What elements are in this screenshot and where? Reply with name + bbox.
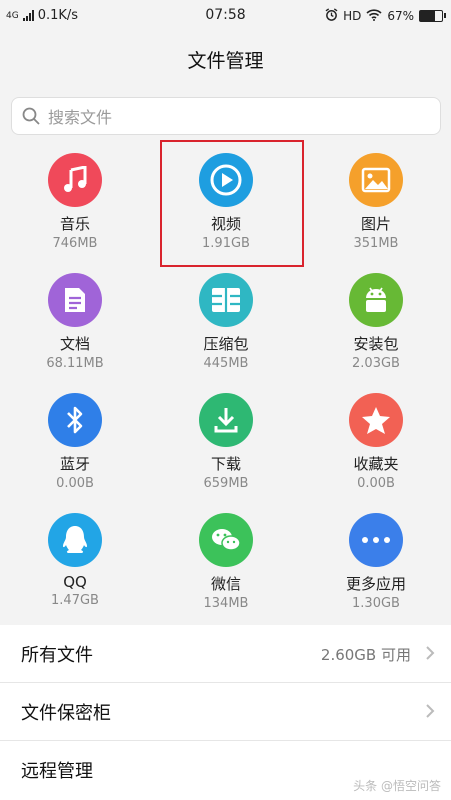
available-space: 2.60GB 可用 [320, 646, 411, 664]
category-archives[interactable]: 压缩包 445MB [151, 260, 301, 380]
category-more-apps[interactable]: 更多应用 1.30GB [301, 500, 451, 620]
storage-list: 所有文件 2.60GB 可用 文件保密柜 远程管理 头条 @悟空问答 [0, 625, 451, 800]
category-size: 659MB [203, 476, 249, 491]
category-label: 安装包 [353, 335, 399, 353]
wifi-icon [366, 8, 382, 24]
image-icon [349, 153, 403, 207]
battery-icon [419, 10, 446, 22]
highlight-box [160, 140, 304, 267]
category-size: 2.03GB [352, 356, 400, 371]
search-input[interactable] [46, 98, 430, 136]
search-bar[interactable] [11, 97, 441, 136]
bluetooth-icon [48, 393, 102, 447]
category-size: 1.47GB [51, 593, 99, 608]
category-size: 746MB [52, 236, 98, 251]
category-label: 音乐 [59, 215, 90, 233]
category-size: 1.30GB [352, 596, 400, 611]
watermark: 头条 @悟空问答 [353, 779, 441, 793]
page-title: 文件管理 [187, 50, 264, 72]
hd-indicator: HD [343, 9, 362, 23]
chevron-right-icon [425, 645, 435, 665]
category-label: 收藏夹 [353, 455, 399, 473]
safe-box-row[interactable]: 文件保密柜 [0, 683, 451, 741]
search-icon [22, 107, 40, 129]
category-documents[interactable]: 文档 68.11MB [0, 260, 150, 380]
app-header: 文件管理 [0, 32, 451, 88]
category-apks[interactable]: 安装包 2.03GB [301, 260, 451, 380]
category-size: 445MB [203, 356, 249, 371]
category-size: 351MB [353, 236, 399, 251]
category-label: 压缩包 [203, 335, 249, 353]
all-files-label: 所有文件 [21, 645, 93, 666]
chevron-right-icon [425, 703, 435, 723]
archive-icon [199, 273, 253, 327]
category-size: 134MB [203, 596, 249, 611]
remote-management-label: 远程管理 [21, 761, 93, 782]
category-label: QQ [63, 573, 87, 591]
status-right: HD 67% [325, 8, 446, 24]
battery-percent: 67% [387, 9, 414, 23]
category-label: 微信 [210, 575, 241, 593]
music-icon [48, 153, 102, 207]
category-images[interactable]: 图片 351MB [301, 140, 451, 260]
star-icon [349, 393, 403, 447]
category-label: 下载 [210, 455, 241, 473]
category-label: 更多应用 [345, 575, 406, 593]
qq-icon [48, 513, 102, 567]
wechat-icon [199, 513, 253, 567]
category-size: 0.00B [56, 476, 94, 491]
status-bar: 4G 0.1K/s 07:58 HD 67% [0, 0, 451, 32]
category-music[interactable]: 音乐 746MB [0, 140, 150, 260]
document-icon [48, 273, 102, 327]
category-label: 蓝牙 [59, 455, 90, 473]
category-qq[interactable]: QQ 1.47GB [0, 500, 150, 620]
category-favorites[interactable]: 收藏夹 0.00B [301, 380, 451, 500]
category-label: 文档 [59, 335, 90, 353]
more-icon [349, 513, 403, 567]
category-label: 图片 [360, 215, 391, 233]
category-bluetooth[interactable]: 蓝牙 0.00B [0, 380, 150, 500]
category-wechat[interactable]: 微信 134MB [151, 500, 301, 620]
download-icon [199, 393, 253, 447]
category-size: 0.00B [357, 476, 395, 491]
category-size: 68.11MB [46, 356, 104, 371]
android-icon [349, 273, 403, 327]
alarm-icon [325, 8, 338, 24]
safe-box-label: 文件保密柜 [21, 703, 111, 724]
category-downloads[interactable]: 下载 659MB [151, 380, 301, 500]
all-files-row[interactable]: 所有文件 2.60GB 可用 [0, 625, 451, 683]
